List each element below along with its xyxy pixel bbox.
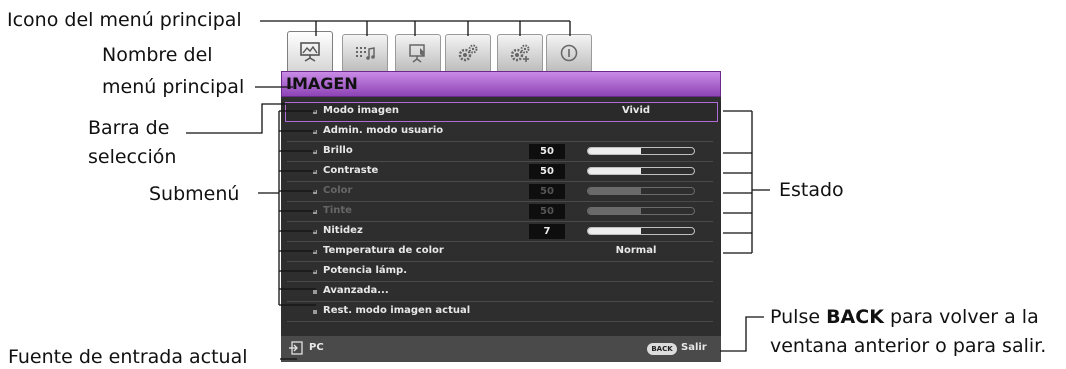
callout-leader-lines <box>186 20 770 360</box>
